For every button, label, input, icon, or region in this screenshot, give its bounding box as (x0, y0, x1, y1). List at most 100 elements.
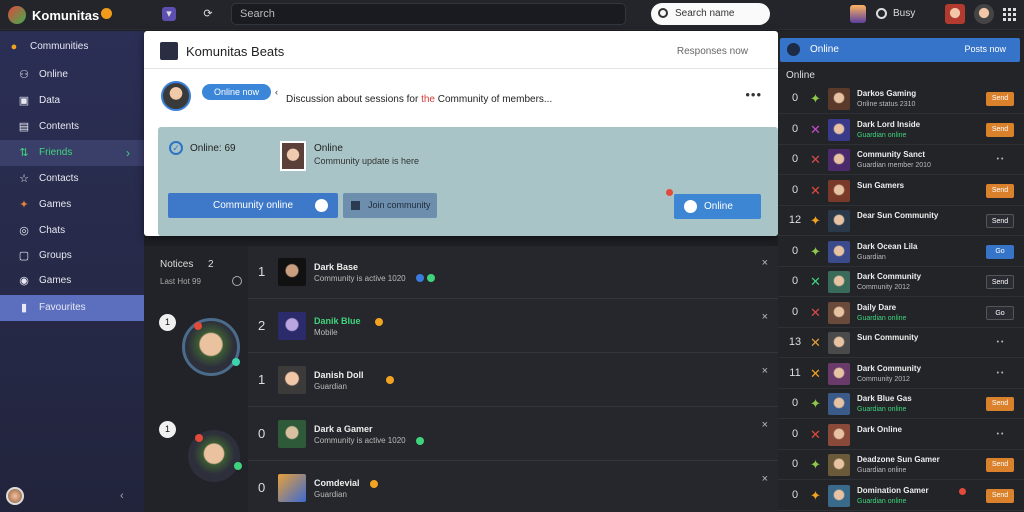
online-user-row[interactable]: 0 ✦ Dark Blue Gas Guardian online Send (778, 389, 1024, 419)
name-search-input[interactable]: Search name (651, 3, 770, 25)
online-user-row[interactable]: 0 ✦ Deadzone Sun Gamer Guardian online Send (778, 450, 1024, 480)
user-avatar[interactable] (828, 149, 850, 171)
thread-name[interactable]: Danik Blue (314, 316, 361, 326)
online-user-row[interactable]: 0 ✕ Community Sanct Guardian member 2010 • • (778, 145, 1024, 175)
user-name[interactable]: Dark Community (857, 272, 921, 281)
post-author-avatar[interactable] (161, 81, 191, 111)
send-button[interactable]: Go (986, 244, 1014, 259)
thread-row[interactable]: 2 Danik Blue Mobile × (248, 301, 778, 353)
online-user-row[interactable]: 0 ✕ Dark Online • • (778, 420, 1024, 450)
online-user-row[interactable]: 0 ✦ Darkos Gaming Online status 2310 Send (778, 84, 1024, 114)
send-button[interactable]: Go (986, 305, 1014, 320)
sidebar-item-communities[interactable]: ● Communities (0, 34, 144, 60)
collapse-sidebar-icon[interactable]: ‹ (120, 490, 124, 502)
thread-row[interactable]: 1 Danish Doll Guardian × (248, 355, 778, 407)
sidebar-item-chats[interactable]: ◎ Chats (0, 218, 144, 244)
sidebar-item-data[interactable]: ▣ Data (0, 88, 144, 114)
close-icon[interactable]: × (762, 311, 768, 323)
thread-avatar[interactable] (278, 420, 306, 448)
user-avatar[interactable] (828, 271, 850, 293)
shield-icon[interactable]: ▾ (162, 7, 176, 21)
user-avatar[interactable] (828, 362, 850, 385)
user-avatar[interactable] (828, 423, 850, 446)
online-user-row[interactable]: 0 ✦ Domination Gamer Guardian online Send (778, 481, 1024, 511)
user-avatar[interactable] (828, 393, 850, 415)
more-options-icon[interactable]: • • (986, 153, 1014, 167)
send-button[interactable]: Send (986, 214, 1014, 228)
status-icon[interactable] (876, 8, 887, 19)
user-avatar[interactable] (828, 484, 850, 507)
user-name[interactable]: Dark Lord Inside (857, 120, 920, 129)
app-name[interactable]: Komunitas (32, 8, 99, 23)
online-now-pill[interactable]: Online now (202, 84, 271, 100)
thread-name[interactable]: Dark a Gamer (314, 424, 373, 434)
more-options-icon[interactable]: ••• (745, 87, 762, 102)
user-name[interactable]: Dark Community (857, 364, 921, 373)
online-user-row[interactable]: 12 ✦ Dear Sun Community Send (778, 206, 1024, 236)
thread-row[interactable]: 0 Comdevial Guardian × (248, 463, 778, 512)
thread-name[interactable]: Comdevial (314, 478, 360, 488)
online-user-row[interactable]: 0 ✕ Sun Gamers Send (778, 176, 1024, 206)
user-name[interactable]: Darkos Gaming (857, 89, 916, 98)
user-name[interactable]: Dear Sun Community (857, 211, 938, 220)
send-button[interactable]: Send (986, 275, 1014, 289)
popup-header-link[interactable]: Responses now (677, 46, 748, 57)
sidebar-item-contents[interactable]: ▤ Contents (0, 114, 144, 140)
thread-avatar[interactable] (278, 258, 306, 286)
online-panel-header[interactable]: Online Posts now (780, 38, 1020, 62)
online-user-row[interactable]: 0 ✦ Dark Ocean Lila Guardian Go (778, 237, 1024, 267)
send-button[interactable]: Send (986, 397, 1014, 411)
more-options-icon[interactable]: • • (986, 367, 1014, 381)
send-button[interactable]: Send (986, 488, 1014, 503)
send-button[interactable]: Send (986, 122, 1014, 137)
sidebar-item-friends[interactable]: ⇅ Friends › (0, 140, 144, 166)
online-user-row[interactable]: 11 ✕ Dark Community Community 2012 • • (778, 359, 1024, 389)
user-name[interactable]: Daily Dare (857, 303, 896, 312)
thread-name[interactable]: Danish Doll (314, 370, 364, 380)
user-name[interactable]: Sun Community (857, 333, 918, 342)
user-avatar[interactable] (828, 301, 850, 324)
user-name[interactable]: Deadzone Sun Gamer (857, 455, 940, 464)
close-icon[interactable]: × (762, 365, 768, 377)
sidebar-item-favourites[interactable]: ▮ Favourites (0, 295, 144, 321)
send-button[interactable]: Send (986, 458, 1014, 472)
user-name[interactable]: Community Sanct (857, 150, 925, 159)
info-icon[interactable] (232, 276, 242, 286)
online-user-row[interactable]: 0 ✕ Daily Dare Guardian online Go (778, 298, 1024, 328)
sidebar-item-groups[interactable]: ▢ Groups (0, 243, 144, 269)
user-name[interactable]: Domination Gamer (857, 486, 929, 495)
community-online-button[interactable]: Community online (168, 193, 338, 218)
more-options-icon[interactable]: • • (986, 428, 1014, 442)
sidebar-item-contacts[interactable]: ☆ Contacts (0, 166, 144, 192)
thread-name[interactable]: Dark Base (314, 262, 358, 272)
user-figure-icon[interactable] (850, 5, 866, 23)
profile-avatar[interactable] (945, 4, 965, 24)
online-user-row[interactable]: 0 ✕ Dark Lord Inside Guardian online Send (778, 115, 1024, 145)
thread-avatar[interactable] (278, 474, 306, 502)
user-avatar[interactable] (828, 179, 850, 202)
sidebar-item-games[interactable]: ◉ Games (0, 268, 144, 294)
search-input[interactable]: Search (231, 3, 626, 25)
online-user-row[interactable]: 13 ✕ Sun Community • • (778, 328, 1024, 358)
user-name[interactable]: Sun Gamers (857, 181, 904, 190)
online-button[interactable]: Online (674, 194, 761, 219)
user-avatar[interactable] (828, 240, 850, 263)
apps-grid-icon[interactable] (1003, 8, 1016, 21)
close-icon[interactable]: × (762, 257, 768, 269)
user-avatar[interactable] (828, 118, 850, 141)
app-logo-icon[interactable] (8, 6, 26, 24)
thread-avatar[interactable] (278, 366, 306, 394)
thread-row[interactable]: 1 Dark Base Community is active 1020 × (248, 247, 778, 299)
member-avatar[interactable] (280, 141, 306, 171)
join-community-button[interactable]: Join community (343, 193, 437, 218)
close-icon[interactable]: × (762, 419, 768, 431)
user-avatar[interactable] (828, 210, 850, 232)
user-avatar[interactable] (6, 487, 24, 505)
status-label[interactable]: Busy (893, 8, 915, 19)
thread-avatar[interactable] (278, 312, 306, 340)
send-button[interactable]: Send (986, 183, 1014, 198)
user-avatar[interactable] (828, 88, 850, 110)
user-avatar[interactable] (828, 454, 850, 476)
more-options-icon[interactable]: • • (986, 336, 1014, 350)
sidebar-item-games[interactable]: ✦ Games (0, 192, 144, 218)
